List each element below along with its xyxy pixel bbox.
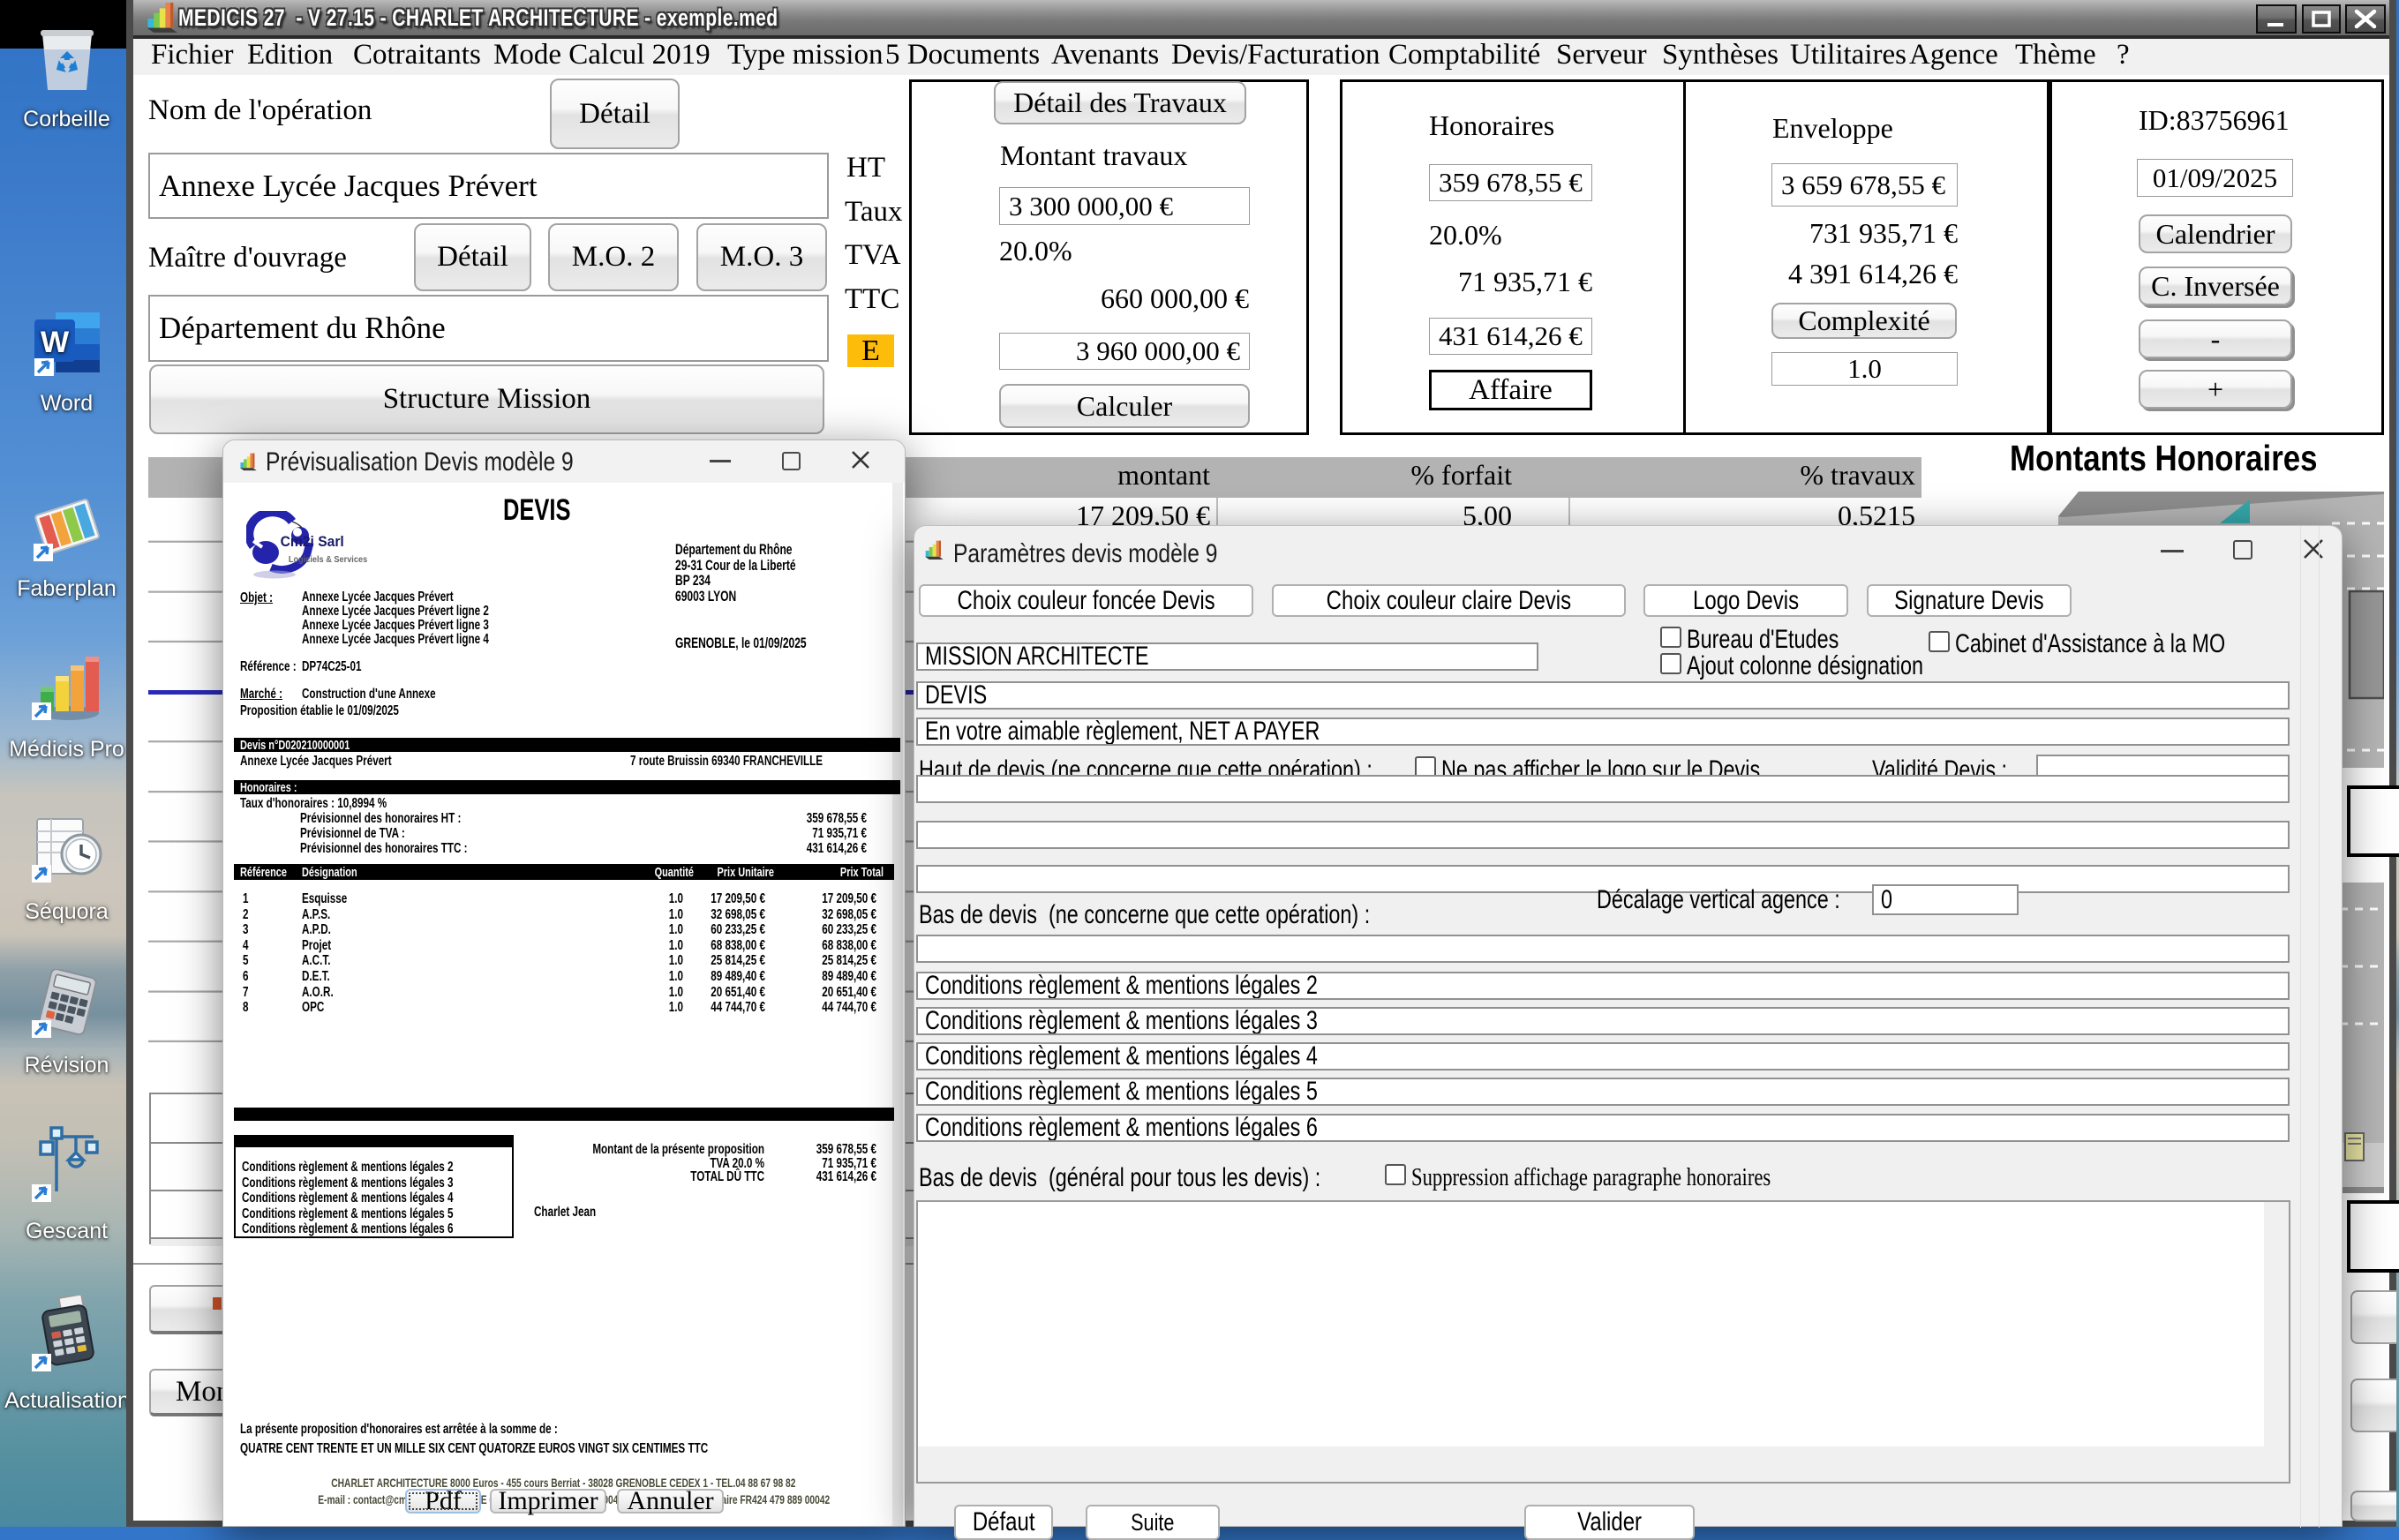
svg-text:W: W xyxy=(40,326,69,359)
svg-text:Logiciels & Services: Logiciels & Services xyxy=(289,555,367,565)
svg-text:Cm2i Sarl: Cm2i Sarl xyxy=(281,533,344,550)
